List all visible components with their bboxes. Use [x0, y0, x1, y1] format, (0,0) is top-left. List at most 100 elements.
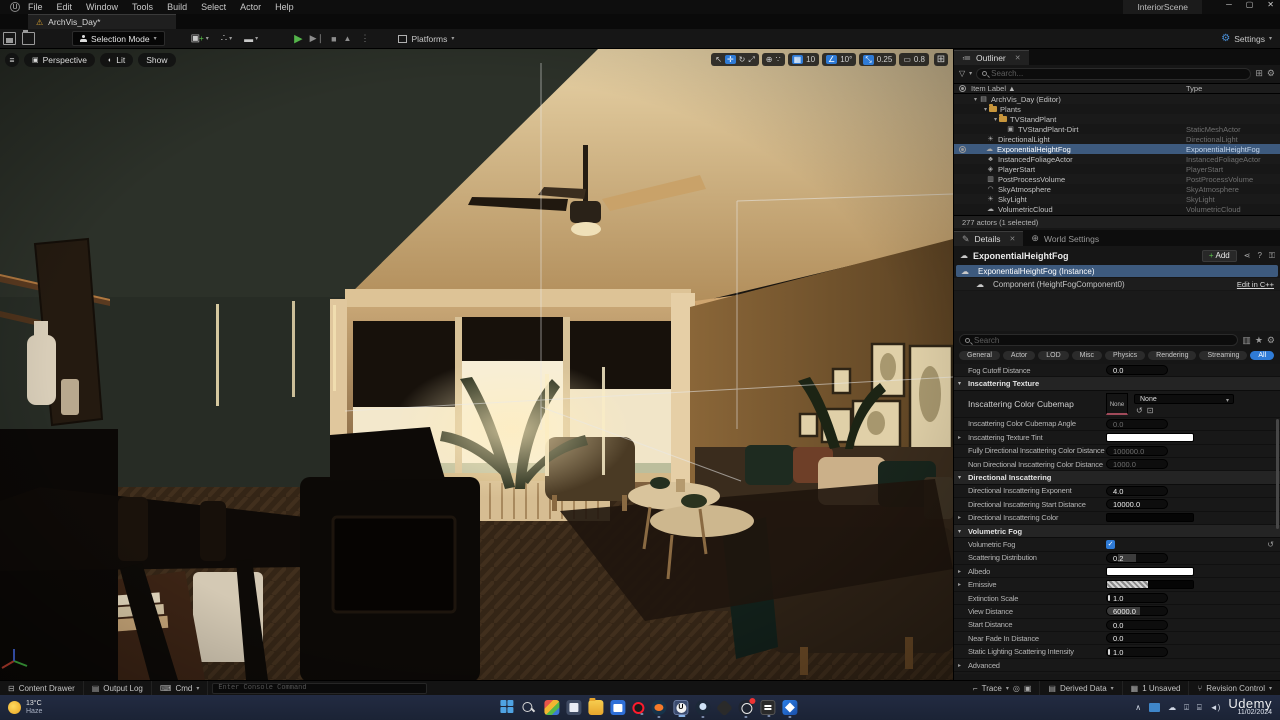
- filter-streaming[interactable]: Streaming: [1199, 351, 1247, 360]
- onedrive-icon[interactable]: ☁: [1168, 703, 1176, 712]
- tab-details[interactable]: ✎ Details ✕: [954, 231, 1023, 246]
- platforms-dropdown[interactable]: Platforms ▾: [398, 34, 454, 44]
- cubemap-angle-input[interactable]: 0.0: [1106, 419, 1168, 429]
- filter-rendering[interactable]: Rendering: [1148, 351, 1196, 360]
- grid-snap-value[interactable]: 10: [806, 55, 815, 64]
- share-icon[interactable]: ⋖: [1244, 251, 1251, 260]
- microsoft-store-icon[interactable]: [610, 700, 625, 715]
- app-icon[interactable]: [544, 700, 559, 715]
- select-tool-icon[interactable]: ↖: [715, 55, 722, 64]
- fog-cutoff-distance-input[interactable]: 0.0: [1106, 365, 1168, 375]
- near-fade-in-distance-input[interactable]: 0.0: [1106, 633, 1168, 643]
- scale-snap-icon[interactable]: ⤡: [863, 55, 873, 65]
- menu-help[interactable]: Help: [275, 2, 294, 12]
- play-options-icon[interactable]: ⋮: [360, 33, 370, 44]
- skip-button[interactable]: ▶❘: [310, 33, 324, 44]
- console-command-box[interactable]: [212, 683, 427, 694]
- menu-select[interactable]: Select: [201, 2, 226, 12]
- inscattering-start-distance-input[interactable]: 10000.0: [1106, 499, 1168, 509]
- filter-icon[interactable]: ▽: [959, 69, 965, 78]
- insights-icon[interactable]: ◎: [1013, 684, 1020, 693]
- show-dropdown[interactable]: Show: [138, 53, 175, 67]
- start-distance-input[interactable]: 0.0: [1106, 620, 1168, 630]
- outliner-row-actor[interactable]: ♣ InstancedFoliageActor InstancedFoliage…: [954, 154, 1280, 164]
- rotation-snap-value[interactable]: 10°: [840, 55, 852, 64]
- visibility-column-icon[interactable]: [959, 85, 966, 92]
- photos-icon[interactable]: [782, 700, 797, 715]
- outliner-row-actor[interactable]: ◈ PlayerStart PlayerStart: [954, 164, 1280, 174]
- scattering-distribution-slider[interactable]: 0.2: [1106, 553, 1168, 563]
- scrollbar[interactable]: [1276, 419, 1279, 529]
- rotate-tool-icon[interactable]: ↻: [739, 55, 746, 64]
- asset-thumbnail[interactable]: None: [1106, 393, 1128, 415]
- cubemap-dropdown[interactable]: None▾: [1134, 394, 1234, 404]
- file-explorer-icon[interactable]: [588, 700, 603, 715]
- lock-icon[interactable]: ⚿: [1269, 251, 1275, 261]
- camera-speed-value[interactable]: 0.8: [914, 55, 925, 64]
- search-button[interactable]: [522, 700, 537, 715]
- blueprints-icon[interactable]: ∴: [221, 33, 227, 44]
- albedo-swatch[interactable]: [1106, 567, 1194, 576]
- menu-edit[interactable]: Edit: [57, 2, 73, 12]
- scale-snap-value[interactable]: 0.25: [877, 55, 893, 64]
- outliner-row-actor[interactable]: ☀ DirectionalLight DirectionalLight: [954, 134, 1280, 144]
- edit-in-cpp-link[interactable]: Edit in C++: [1237, 280, 1274, 289]
- section-directional-inscattering[interactable]: ▾Directional Inscattering: [954, 471, 1280, 484]
- unity-icon[interactable]: [716, 699, 733, 716]
- snapshot-icon[interactable]: ▣: [1024, 684, 1032, 693]
- browse-icon[interactable]: ⊡: [1147, 406, 1158, 415]
- microphone-icon[interactable]: ⍗: [1184, 703, 1189, 713]
- outliner-row-actor[interactable]: ☀ SkyLight SkyLight: [954, 194, 1280, 204]
- start-button[interactable]: [500, 700, 515, 715]
- viewport-canvas[interactable]: ≡ ▣ Perspective ◐ Lit Show ↖ ✛ ↻ ⤢ ⊕ ∵: [0, 49, 953, 680]
- outliner-row-actor[interactable]: ☁ VolumetricCloud VolumetricCloud: [954, 204, 1280, 214]
- outliner-row-level[interactable]: ▾▤ ArchVis_Day (Editor): [954, 94, 1280, 104]
- volume-icon[interactable]: ◄): [1210, 703, 1221, 712]
- menu-build[interactable]: Build: [167, 2, 187, 12]
- filter-misc[interactable]: Misc: [1072, 351, 1102, 360]
- menu-actor[interactable]: Actor: [240, 2, 261, 12]
- filter-all[interactable]: All: [1250, 351, 1274, 360]
- output-log-button[interactable]: ▤ Output Log: [84, 681, 152, 695]
- tab-outliner[interactable]: ≔ Outliner ✕: [954, 50, 1029, 65]
- static-lighting-intensity-input[interactable]: 1.0: [1106, 647, 1168, 657]
- emissive-swatch[interactable]: [1106, 580, 1194, 589]
- cmd-dropdown[interactable]: ⌨ Cmd▾: [152, 681, 208, 695]
- steam-icon[interactable]: [695, 700, 710, 715]
- details-settings-icon[interactable]: ⚙: [1267, 335, 1275, 346]
- view-distance-slider[interactable]: 6000.0: [1106, 606, 1168, 616]
- eye-icon[interactable]: [959, 146, 966, 153]
- filter-actor[interactable]: Actor: [1003, 351, 1035, 360]
- tray-chevron-icon[interactable]: ∧: [1135, 703, 1141, 712]
- task-view-icon[interactable]: [566, 700, 581, 715]
- menu-window[interactable]: Window: [86, 2, 118, 12]
- filter-general[interactable]: General: [959, 351, 1000, 360]
- inscattering-exponent-input[interactable]: 4.0: [1106, 486, 1168, 496]
- tray-app-icon[interactable]: [1149, 703, 1160, 712]
- tab-world-settings[interactable]: ⊕ World Settings: [1023, 231, 1107, 246]
- content-drawer-button[interactable]: ⊟ Content Drawer: [0, 681, 84, 695]
- opera-icon[interactable]: [632, 702, 644, 714]
- lit-dropdown[interactable]: ◐ Lit: [100, 53, 133, 67]
- epic-games-icon[interactable]: [760, 700, 775, 715]
- scale-tool-icon[interactable]: ⤢: [748, 55, 754, 65]
- details-searchbox[interactable]: [959, 334, 1238, 346]
- outliner-row-actor[interactable]: ▥ PostProcessVolume PostProcessVolume: [954, 174, 1280, 184]
- rotation-snap-icon[interactable]: ∠: [826, 55, 837, 64]
- cinematics-icon[interactable]: ▬: [244, 34, 253, 44]
- reset-to-default-icon[interactable]: ↺: [1267, 540, 1274, 549]
- eject-button[interactable]: ▲: [344, 34, 352, 43]
- outliner-row-folder[interactable]: ▾ TVStandPlant: [954, 114, 1280, 124]
- item-label-column[interactable]: Item Label ▲: [971, 84, 1016, 93]
- selection-mode-dropdown[interactable]: Selection Mode ▾: [72, 31, 165, 46]
- perspective-dropdown[interactable]: ▣ Perspective: [24, 53, 95, 67]
- blender-icon[interactable]: [651, 700, 666, 715]
- world-space-icon[interactable]: ⊕: [766, 55, 773, 64]
- settings-dropdown[interactable]: ⚙ Settings ▾: [1221, 33, 1272, 44]
- section-volumetric-fog[interactable]: ▾Volumetric Fog: [954, 525, 1280, 538]
- instance-row[interactable]: ☁ ExponentialHeightFog (Instance): [956, 265, 1278, 277]
- volumetric-fog-checkbox[interactable]: ✓: [1106, 540, 1115, 549]
- inscattering-color-swatch[interactable]: [1106, 513, 1194, 522]
- advanced-row[interactable]: ▸Advanced: [954, 659, 1280, 672]
- component-row[interactable]: ☁ Component (HeightFogComponent0) Edit i…: [954, 278, 1280, 290]
